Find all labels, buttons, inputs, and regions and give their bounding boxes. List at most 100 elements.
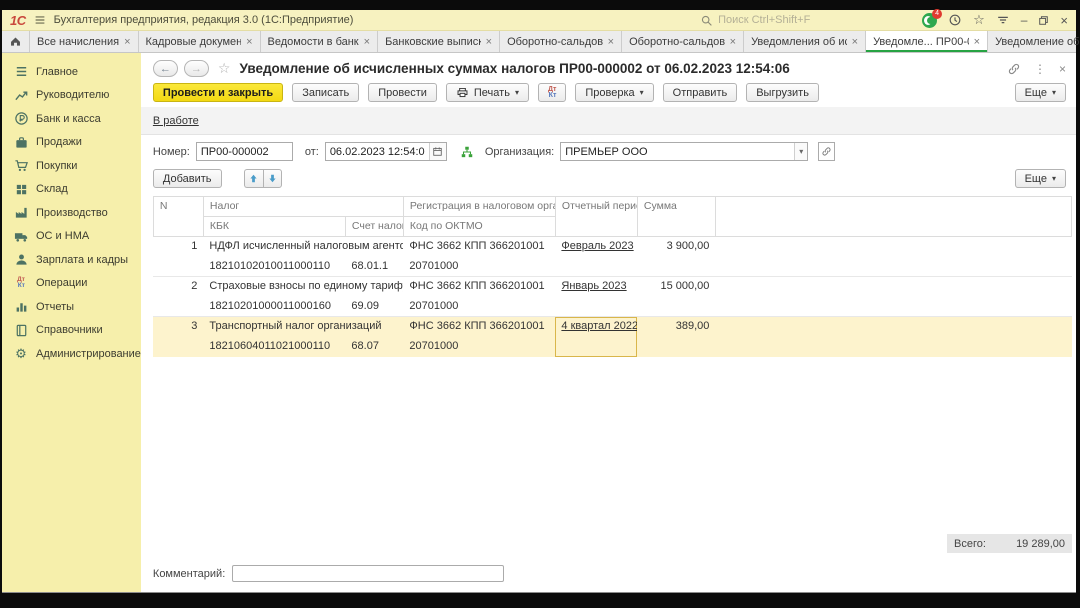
col-header-amount[interactable]: Сумма <box>636 196 716 237</box>
tax-cell[interactable]: НДФЛ исчисленный налоговым агентом <box>203 236 404 257</box>
sidebar-item-bank-i-kassa[interactable]: Банк и касса <box>2 107 141 131</box>
sidebar-item-glavnoe[interactable]: Главное <box>2 60 141 84</box>
calendar-icon[interactable] <box>428 143 446 160</box>
sidebar-item-rukovoditelyu[interactable]: Руководителю <box>2 84 141 108</box>
kbk-cell[interactable]: 18210102010011000110 <box>203 257 345 277</box>
more-menu-icon[interactable]: ⋮ <box>1034 62 1046 76</box>
tab-close-icon[interactable]: × <box>486 36 492 48</box>
col-header-n[interactable]: N <box>152 196 204 237</box>
global-search-input[interactable]: Поиск Ctrl+Shift+F <box>700 14 915 27</box>
organization-input[interactable] <box>561 143 795 160</box>
minimize-button[interactable]: – <box>1021 13 1028 27</box>
col-header-kbk[interactable]: КБК <box>202 216 346 237</box>
org-structure-icon[interactable] <box>460 145 474 159</box>
favorite-star-icon[interactable]: ☆ <box>218 60 231 77</box>
tab-close-icon[interactable]: × <box>124 36 130 48</box>
move-down-button[interactable] <box>262 169 282 188</box>
account-cell[interactable]: 68.01.1 <box>345 257 403 277</box>
dtkt-button[interactable]: Дт Кт <box>537 83 567 102</box>
sidebar-item-zarplata-i-kadry[interactable]: Зарплата и кадры <box>2 248 141 272</box>
tab-close-icon[interactable]: × <box>246 36 252 48</box>
amount-cell[interactable]: 15 000,00 <box>637 276 716 317</box>
sidebar-item-operacii[interactable]: Дт Кт Операции <box>2 272 141 296</box>
period-link[interactable]: Февраль 2023 <box>561 240 633 252</box>
discussions-icon[interactable]: 4 <box>922 8 943 28</box>
sidebar-item-proizvodstvo[interactable]: Производство <box>2 201 141 225</box>
col-header-tax[interactable]: Налог <box>202 196 404 217</box>
tab-osv-2[interactable]: Оборотно-сальдовая в... × <box>622 31 745 52</box>
tab-close-icon[interactable]: × <box>364 36 370 48</box>
amount-cell[interactable]: 3 900,00 <box>637 236 716 277</box>
period-cell[interactable]: Январь 2023 <box>555 276 638 317</box>
send-button[interactable]: Отправить <box>662 83 738 102</box>
date-input[interactable] <box>325 143 429 160</box>
col-header-period[interactable]: Отчетный период <box>554 196 638 237</box>
period-cell-selected[interactable]: 4 квартал 2022 <box>555 316 638 357</box>
sidebar-item-sklad[interactable]: Склад <box>2 178 141 202</box>
get-link-icon[interactable] <box>1007 62 1021 76</box>
sidebar-item-os-i-nma[interactable]: ОС и НМА <box>2 225 141 249</box>
organization-open-icon[interactable] <box>818 142 836 161</box>
table-row-selected[interactable]: 3 Транспортный налог организаций ФНС 366… <box>153 316 1072 357</box>
tab-vedomosti-v-bank[interactable]: Ведомости в банк × <box>261 31 379 52</box>
comment-input[interactable] <box>232 565 505 582</box>
tab-uvedomlenie-pr00-000002[interactable]: Уведомле... ПР00-000002 × <box>866 31 989 52</box>
save-button[interactable]: Записать <box>292 83 360 102</box>
restore-button[interactable] <box>1038 15 1049 26</box>
period-link[interactable]: 4 квартал 2022 <box>561 320 637 332</box>
main-menu-icon[interactable] <box>33 13 47 27</box>
sidebar-item-administrirovanie[interactable]: ⚙ Администрирование <box>2 342 141 366</box>
period-link[interactable]: Январь 2023 <box>561 280 626 292</box>
history-icon[interactable] <box>948 13 962 27</box>
tab-close-icon[interactable]: × <box>974 36 980 48</box>
favorites-icon[interactable]: ☆ <box>973 12 985 28</box>
sidebar-item-prodazhi[interactable]: Продажи <box>2 131 141 155</box>
table-more-button[interactable]: Еще ▾ <box>1014 169 1066 188</box>
forward-button[interactable]: → <box>183 60 209 77</box>
service-menu-icon[interactable] <box>996 13 1010 27</box>
col-header-registration[interactable]: Регистрация в налоговом органе <box>402 196 556 217</box>
kbk-cell[interactable]: 18210604011021000110 <box>203 336 346 357</box>
tab-vse-nachisleniya[interactable]: Все начисления × <box>30 31 139 52</box>
tax-cell[interactable]: Транспортный налог организаций <box>203 316 404 337</box>
sidebar-item-otchety[interactable]: Отчеты <box>2 295 141 319</box>
tab-osv-1[interactable]: Оборотно-сальдовая в... × <box>500 31 623 52</box>
export-button[interactable]: Выгрузить <box>746 83 819 102</box>
oktmo-cell[interactable]: 20701000 <box>403 297 555 317</box>
more-button[interactable]: Еще ▾ <box>1014 83 1066 102</box>
col-header-account[interactable]: Счет налога <box>344 216 404 237</box>
kbk-cell[interactable]: 18210201000011000160 <box>203 297 345 317</box>
tab-close-icon[interactable]: × <box>852 36 858 48</box>
tab-bankovskie-vypiski[interactable]: Банковские выписки × <box>378 31 501 52</box>
sidebar-item-pokupki[interactable]: Покупки <box>2 154 141 178</box>
registration-cell[interactable]: ФНС 3662 КПП 366201001 <box>403 316 556 337</box>
print-button[interactable]: Печать ▾ <box>445 83 529 102</box>
account-cell[interactable]: 69.09 <box>345 297 403 317</box>
tab-home[interactable] <box>2 31 30 52</box>
account-cell[interactable]: 68.07 <box>345 336 404 357</box>
back-button[interactable]: ← <box>152 60 178 77</box>
table-row[interactable]: 2 Страховые взносы по единому тарифу ФНС… <box>153 276 1072 317</box>
tab-kadrovye-dokumenty[interactable]: Кадровые документы × <box>139 31 261 52</box>
sidebar-item-spravochniki[interactable]: Справочники <box>2 319 141 343</box>
move-up-button[interactable] <box>243 169 263 188</box>
organization-dropdown-icon[interactable]: ▾ <box>794 143 808 160</box>
number-input[interactable] <box>196 143 292 160</box>
period-cell[interactable]: Февраль 2023 <box>555 236 638 277</box>
tab-uvedomleniya-list[interactable]: Уведомления об исчис... × <box>744 31 867 52</box>
oktmo-cell[interactable]: 20701000 <box>403 257 555 277</box>
check-button[interactable]: Проверка ▾ <box>575 83 654 102</box>
post-and-close-button[interactable]: Провести и закрыть <box>152 83 284 102</box>
oktmo-cell[interactable]: 20701000 <box>403 336 556 357</box>
registration-cell[interactable]: ФНС 3662 КПП 366201001 <box>403 236 556 257</box>
tab-close-icon[interactable]: × <box>608 36 614 48</box>
status-link[interactable]: В работе <box>153 115 199 127</box>
col-header-oktmo[interactable]: Код по ОКТМО <box>402 216 556 237</box>
tab-uvedomlenie-ob-ischis[interactable]: Уведомление об исчис... × <box>988 31 1080 52</box>
post-button[interactable]: Провести <box>368 83 437 102</box>
close-window-button[interactable]: × <box>1060 13 1068 28</box>
close-document-icon[interactable]: × <box>1059 62 1066 76</box>
table-row[interactable]: 1 НДФЛ исчисленный налоговым агентом ФНС… <box>153 236 1072 277</box>
tax-cell[interactable]: Страховые взносы по единому тарифу <box>203 276 404 297</box>
registration-cell[interactable]: ФНС 3662 КПП 366201001 <box>403 276 556 297</box>
